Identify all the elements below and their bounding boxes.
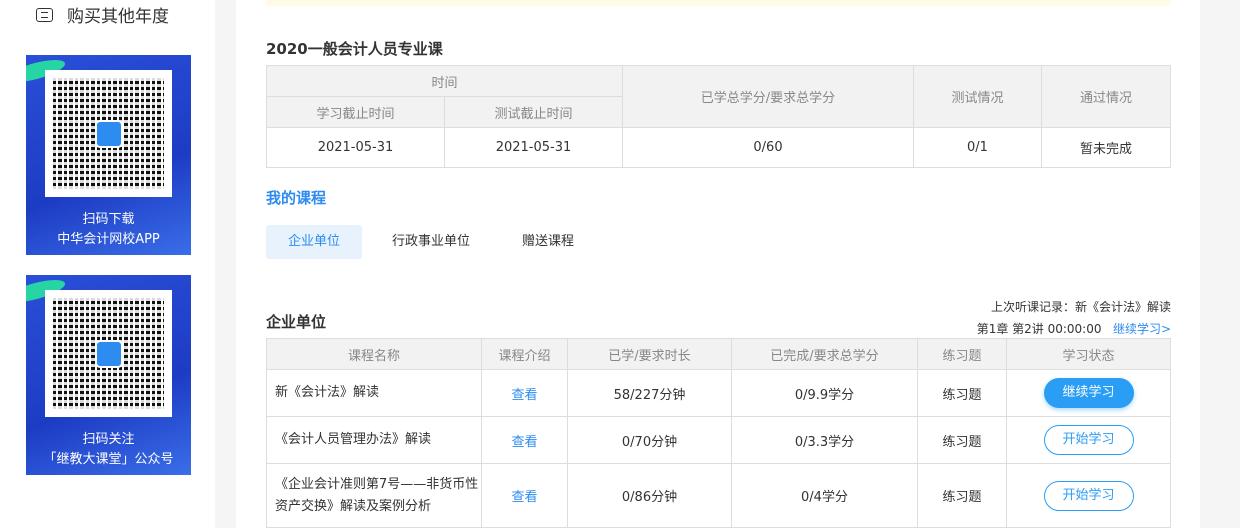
summary-table: 时间 已学总学分/要求总学分 测试情况 通过情况 学习截止时间 测试截止时间 2… [266, 65, 1171, 168]
course-name: 《会计人员管理办法》解读 [266, 416, 482, 464]
header-exercise: 练习题 [917, 338, 1007, 370]
app-qr-card: 扫码下载 中华会计网校APP [26, 55, 191, 255]
table-row: 2021-05-31 2021-05-31 0/60 0/1 暂未完成 [266, 127, 1171, 168]
course-credits: 0/9.9学分 [731, 369, 918, 417]
header-credits: 已完成/要求总学分 [731, 338, 918, 370]
wechat-logo-icon [94, 339, 123, 368]
header-credits: 已学总学分/要求总学分 [622, 65, 914, 128]
view-intro-link[interactable]: 查看 [511, 490, 537, 505]
exercise-link[interactable]: 练习题 [917, 369, 1007, 417]
section-title: 企业单位 [266, 313, 327, 331]
main-content: 2020一般会计人员专业课 时间 已学总学分/要求总学分 测试情况 通过情况 学… [236, 0, 1200, 528]
wechat-qr-code [45, 290, 172, 417]
continue-study-button[interactable]: 继续学习 [1043, 378, 1134, 408]
test-status: 0/1 [913, 127, 1042, 168]
table-row: 《会计人员管理办法》解读 查看 0/70分钟 0/3.3学分 练习题 开始学习 [266, 416, 1171, 464]
header-intro: 课程介绍 [481, 338, 568, 370]
app-logo-icon [94, 119, 123, 148]
view-intro-link[interactable]: 查看 [511, 435, 537, 450]
table-row: 《企业会计准则第7号——非货币性资产交换》解读及案例分析 查看 0/86分钟 0… [266, 463, 1171, 528]
course-time: 58/227分钟 [567, 369, 732, 417]
test-deadline: 2021-05-31 [444, 127, 623, 168]
wechat-qr-card: 扫码关注 「继教大课堂」公众号 [26, 275, 191, 475]
pass-status: 暂未完成 [1041, 127, 1171, 168]
tab-enterprise[interactable]: 企业单位 [266, 225, 363, 259]
course-credits: 0/3.3学分 [731, 416, 918, 464]
last-record: 上次听课记录：新《会计法》解读 [990, 300, 1171, 314]
course-credits: 0/4学分 [731, 463, 918, 528]
courses-table: 课程名称 课程介绍 已学/要求时长 已完成/要求总学分 练习题 学习状态 新《会… [266, 338, 1171, 528]
summary-title: 2020一般会计人员专业课 [266, 40, 443, 58]
qr-caption: 「继教大课堂」公众号 [43, 452, 174, 467]
view-intro-link[interactable]: 查看 [511, 388, 537, 403]
exercise-link[interactable]: 练习题 [917, 463, 1007, 528]
qr-caption: 扫码下载 [82, 212, 135, 227]
header-status: 学习状态 [1006, 338, 1171, 370]
course-name: 《企业会计准则第7号——非货币性资产交换》解读及案例分析 [266, 463, 482, 528]
last-position-text: 第1章 第2讲 00:00:00 [976, 322, 1102, 336]
tab-public-institution[interactable]: 行政事业单位 [370, 225, 492, 259]
sidebar: 购买其他年度 扫码下载 中华会计网校APP 扫码关注 「继教大课堂」公众号 [0, 0, 215, 528]
calendar-icon [36, 7, 53, 22]
qr-caption: 中华会计网校APP [57, 232, 160, 247]
header-test-deadline: 测试截止时间 [444, 96, 623, 128]
study-deadline: 2021-05-31 [266, 127, 445, 168]
credits: 0/60 [622, 127, 914, 168]
qr-caption: 扫码关注 [82, 432, 135, 447]
header-time: 已学/要求时长 [567, 338, 732, 370]
last-position: 第1章 第2讲 00:00:00 继续学习> [977, 320, 1171, 337]
course-name: 新《会计法》解读 [266, 369, 482, 417]
my-courses-title: 我的课程 [266, 189, 327, 207]
exercise-link[interactable]: 练习题 [917, 416, 1007, 464]
header-name: 课程名称 [266, 338, 482, 370]
app-qr-code [45, 70, 172, 197]
course-time: 0/70分钟 [567, 416, 732, 464]
notice-banner [266, 0, 1170, 6]
tab-gift-courses[interactable]: 赠送课程 [500, 225, 596, 259]
start-study-button[interactable]: 开始学习 [1043, 425, 1134, 455]
header-test: 测试情况 [913, 65, 1042, 128]
table-row: 新《会计法》解读 查看 58/227分钟 0/9.9学分 练习题 继续学习 [266, 369, 1171, 417]
buy-other-year-link[interactable]: 购买其他年度 [36, 2, 169, 27]
start-study-button[interactable]: 开始学习 [1043, 480, 1134, 511]
header-pass: 通过情况 [1041, 65, 1171, 128]
header-time: 时间 [266, 65, 623, 97]
course-time: 0/86分钟 [567, 463, 732, 528]
course-tabs: 企业单位 行政事业单位 赠送课程 [266, 225, 604, 259]
continue-study-link[interactable]: 继续学习> [1113, 322, 1171, 336]
header-study-deadline: 学习截止时间 [266, 96, 445, 128]
